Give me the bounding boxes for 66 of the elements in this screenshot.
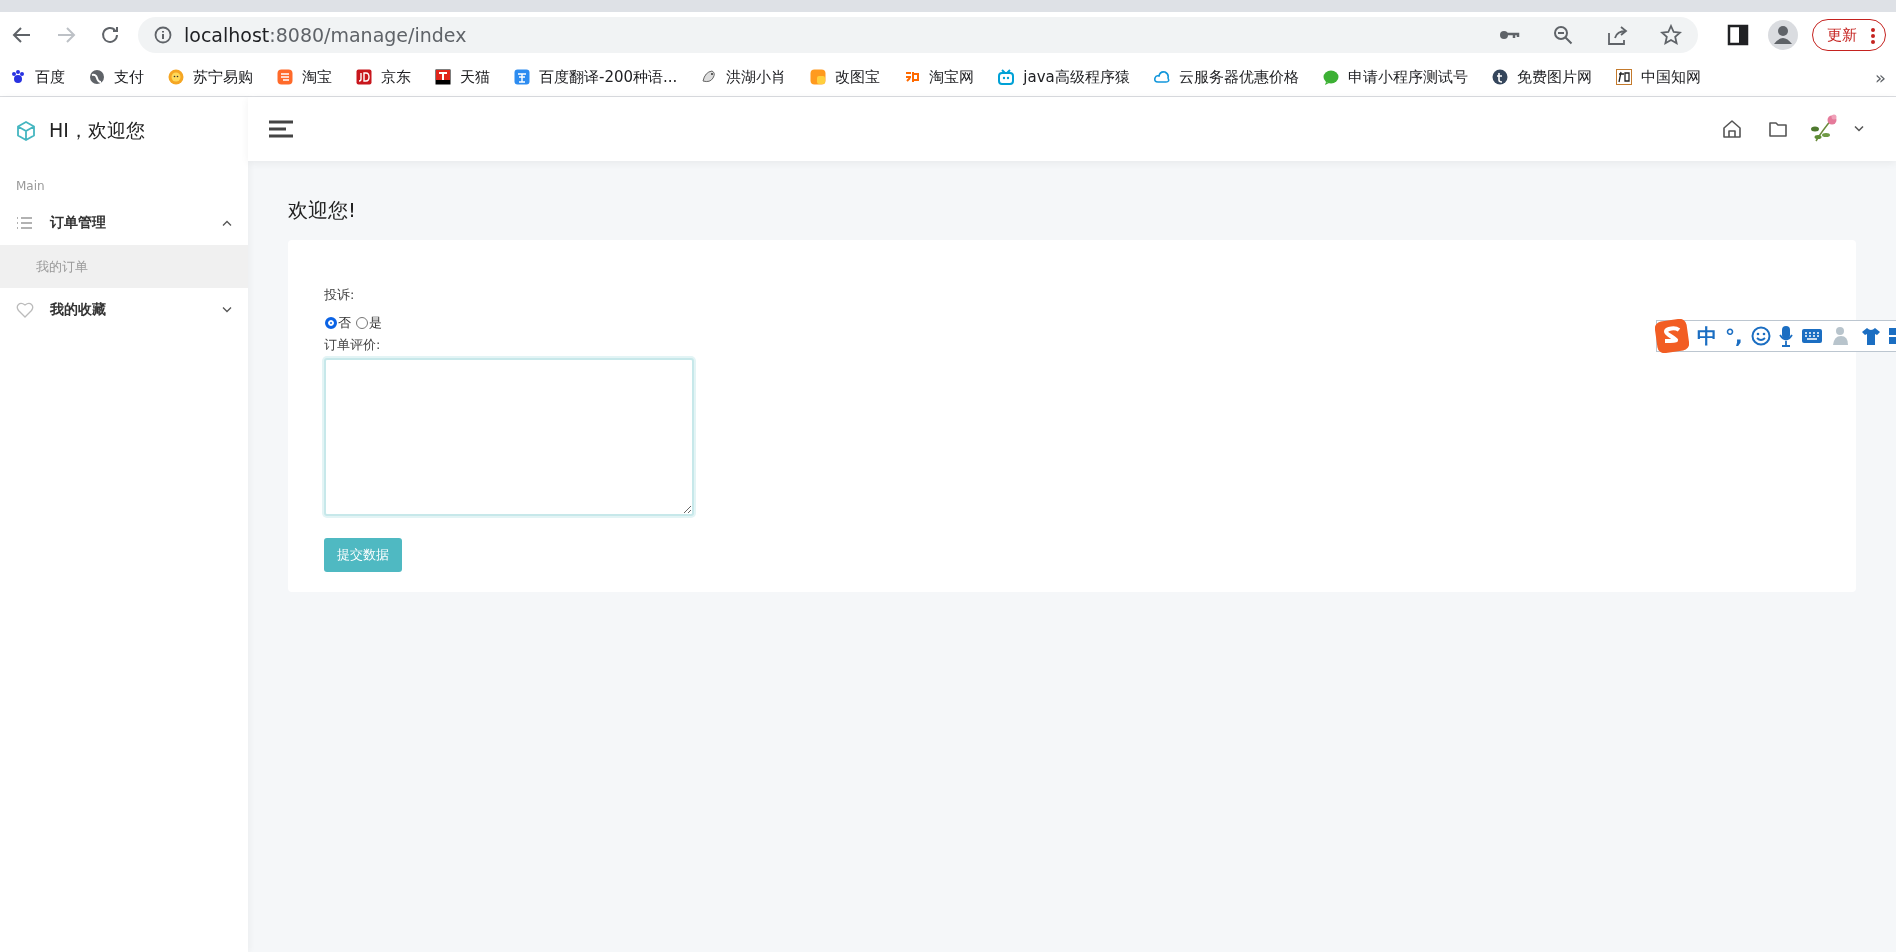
bookmark[interactable]: 苏宁易购 — [168, 67, 253, 87]
image-icon — [810, 69, 827, 85]
bookmark[interactable]: 中国知网 — [1615, 67, 1701, 87]
bookmark[interactable]: 改图宝 — [810, 67, 881, 87]
globe-icon — [89, 69, 105, 85]
field-label: 订单评价: — [324, 336, 381, 354]
radio-button[interactable] — [356, 317, 368, 329]
grid-icon[interactable] — [1888, 326, 1896, 346]
translate-icon — [514, 69, 530, 85]
ime-mode-label[interactable]: 中 — [1697, 322, 1717, 350]
chat-icon — [1322, 69, 1339, 85]
radio-option[interactable]: 否 — [324, 314, 351, 332]
cube-icon — [15, 120, 37, 142]
bookmark[interactable]: 免费图片网 — [1491, 67, 1592, 87]
list-icon — [16, 214, 34, 232]
s-logo-icon[interactable] — [1655, 319, 1689, 353]
bookmark[interactable]: 百度翻译-200种语... — [514, 67, 678, 87]
radio-option[interactable]: 是 — [355, 314, 382, 332]
cloud-icon — [1153, 69, 1170, 85]
info-icon — [154, 26, 172, 44]
url-host: localhost — [184, 24, 270, 46]
more-bookmarks-button[interactable]: » — [1875, 66, 1886, 88]
section-label: Main — [15, 178, 46, 195]
star-icon[interactable] — [1660, 24, 1682, 46]
page-heading: 欢迎您! — [288, 197, 357, 224]
bookmark[interactable]: 淘宝 — [277, 67, 332, 87]
radio-button[interactable] — [325, 317, 337, 329]
field-label: 投诉: — [324, 286, 355, 304]
bookmark[interactable]: 支付 — [89, 67, 144, 87]
more-icon — [1871, 28, 1875, 44]
sidebar-menu-item[interactable]: 订单管理 — [0, 201, 248, 245]
smiley-icon[interactable] — [1750, 326, 1771, 346]
ime-mode-label[interactable]: °, — [1725, 324, 1743, 348]
tv-icon — [998, 69, 1015, 85]
update-button[interactable]: 更新 — [1812, 19, 1886, 51]
folder-icon[interactable] — [1768, 119, 1788, 139]
sidebar-menu-item[interactable]: 我的收藏 — [0, 288, 248, 332]
bookmark[interactable]: 洪湖小肖 — [701, 67, 787, 87]
zoom-out-icon[interactable] — [1552, 24, 1574, 46]
heart-icon — [16, 301, 34, 319]
profile-icon[interactable] — [1768, 20, 1798, 50]
bookmark[interactable]: 百度 — [10, 67, 65, 87]
bookmark[interactable]: 申请小程序测试号 — [1322, 67, 1468, 87]
shirt-icon[interactable] — [1860, 326, 1881, 346]
lion-icon — [168, 69, 184, 85]
url-path: :8080/manage/index — [269, 24, 467, 46]
side-panel-icon[interactable] — [1726, 23, 1750, 47]
bookmark[interactable]: 京东 — [356, 67, 411, 87]
menu-icon[interactable] — [268, 120, 294, 138]
bookmark[interactable]: java高级程序猿 — [998, 67, 1130, 87]
microphone-icon[interactable] — [1778, 325, 1793, 347]
home-icon[interactable] — [1722, 119, 1742, 139]
bookmark[interactable]: 云服务器优惠价格 — [1153, 67, 1299, 87]
share-icon[interactable] — [1606, 24, 1628, 46]
radio-label: 否 — [338, 314, 351, 332]
sidebar-title: HI，欢迎您 — [49, 118, 145, 143]
chevron-down-icon[interactable] — [1854, 126, 1864, 132]
bookmark[interactable]: 天猫 — [435, 67, 490, 87]
tumblr-icon — [1491, 69, 1508, 85]
bookmark[interactable]: 淘宝网 — [904, 67, 975, 87]
address-bar[interactable]: localhost:8080/manage/index — [138, 17, 1698, 53]
radio-label: 是 — [369, 314, 382, 332]
chevron-up-icon — [222, 220, 232, 226]
chevron-down-icon — [222, 307, 232, 313]
paw-icon — [10, 69, 26, 85]
keyboard-icon[interactable] — [1800, 328, 1823, 344]
